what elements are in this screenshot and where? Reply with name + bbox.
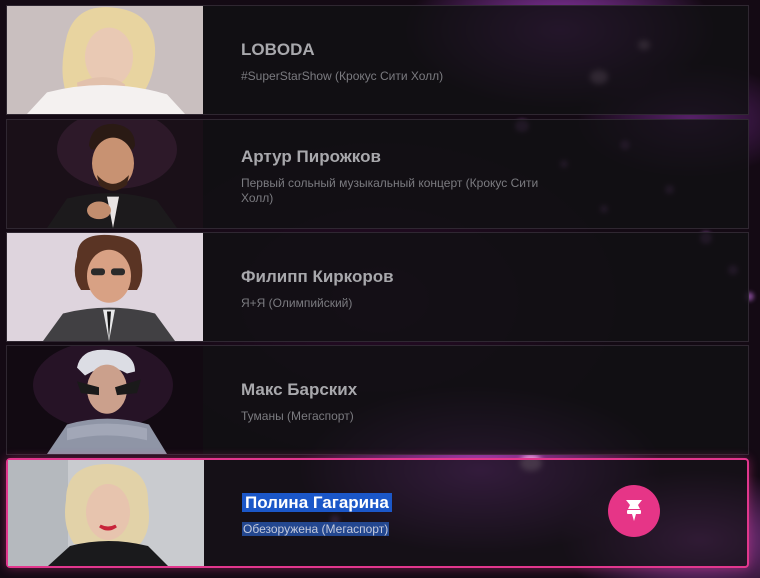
artist-photo	[8, 460, 204, 566]
pin-button[interactable]	[608, 485, 660, 537]
artist-photo	[7, 6, 203, 114]
show-title: Обезоружена (Мегаспорт)	[242, 522, 390, 536]
show-title: Я+Я (Олимпийский)	[241, 296, 353, 310]
artist-name: Макс Барских	[241, 380, 358, 399]
artist-name: Артур Пирожков	[241, 147, 381, 166]
artist-name: LOBODA	[241, 40, 315, 59]
show-title: Туманы (Мегаспорт)	[241, 409, 354, 423]
artist-card[interactable]: Артур Пирожков Первый сольный музыкальны…	[6, 119, 749, 229]
artist-photo	[7, 233, 203, 341]
artist-card-active[interactable]: Полина Гагарина Обезоружена (Мегаспорт)	[6, 458, 749, 568]
artist-card[interactable]: Макс Барских Туманы (Мегаспорт)	[6, 345, 749, 455]
pin-icon	[622, 496, 646, 526]
artist-photo	[7, 120, 203, 228]
artist-name: Филипп Киркоров	[241, 267, 394, 286]
artist-card[interactable]: Филипп Киркоров Я+Я (Олимпийский)	[6, 232, 749, 342]
artist-photo	[7, 346, 203, 454]
show-title: Первый сольный музыкальный концерт (Крок…	[241, 176, 539, 205]
artist-name: Полина Гагарина	[242, 493, 392, 513]
show-title: #SuperStarShow (Крокус Сити Холл)	[241, 69, 444, 83]
artist-card[interactable]: LOBODA #SuperStarShow (Крокус Сити Холл)	[6, 5, 749, 115]
artist-list: LOBODA #SuperStarShow (Крокус Сити Холл)…	[0, 0, 760, 578]
